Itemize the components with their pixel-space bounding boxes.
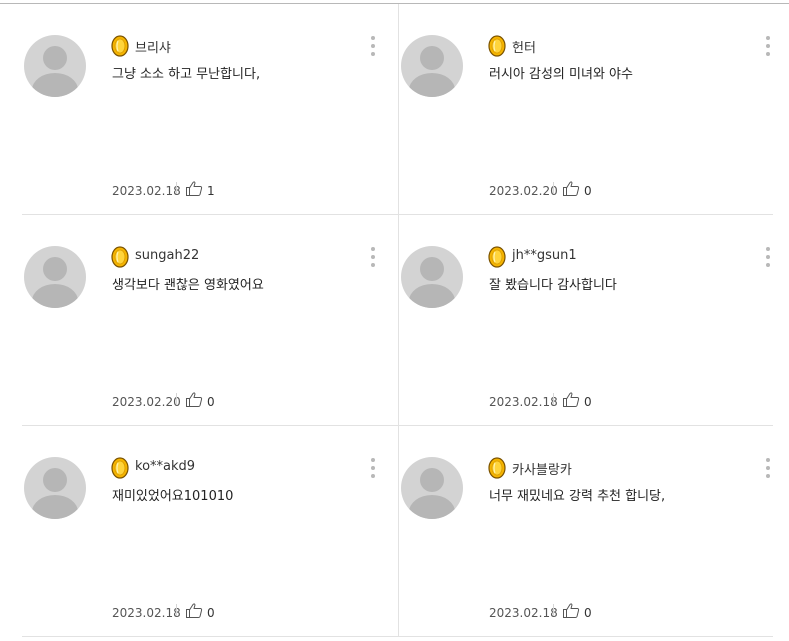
reviewer-nickname[interactable]: sungah22: [135, 248, 199, 263]
review-card: 카사블랑카 너무 재밌네요 강력 추천 합니당, 2023.02.18 0: [399, 426, 773, 636]
meta-separator: [553, 182, 554, 194]
more-dot: [371, 255, 375, 259]
avatar[interactable]: [401, 246, 463, 308]
avatar-head: [43, 257, 67, 281]
avatar-body: [409, 495, 455, 519]
avatar-head: [43, 468, 67, 492]
like-count: 0: [207, 395, 215, 409]
thumbs-up-icon[interactable]: [562, 602, 580, 619]
review-comment: 생각보다 괜찮은 영화였어요: [112, 278, 264, 293]
more-dot: [766, 255, 770, 259]
gold-badge-icon: [111, 457, 129, 479]
like-count: 0: [584, 184, 592, 198]
reviewer-nickname[interactable]: 헌터: [512, 37, 536, 56]
like-count: 0: [584, 395, 592, 409]
more-dot: [766, 44, 770, 48]
avatar-head: [420, 257, 444, 281]
review-card: sungah22 생각보다 괜찮은 영화였어요 2023.02.20 0: [22, 215, 397, 425]
more-vertical-icon[interactable]: [366, 245, 380, 269]
review-comment: 잘 봤습니다 감사합니다: [489, 278, 617, 293]
review-comment: 러시아 감성의 미녀와 야수: [489, 67, 633, 82]
more-vertical-icon[interactable]: [761, 245, 775, 269]
more-dot: [766, 474, 770, 478]
gold-badge-icon: [488, 457, 506, 479]
review-date: 2023.02.18: [112, 184, 181, 198]
thumbs-up-icon[interactable]: [185, 391, 203, 408]
thumbs-up-icon[interactable]: [562, 391, 580, 408]
avatar-head: [43, 46, 67, 70]
more-dot: [371, 44, 375, 48]
more-dot: [766, 458, 770, 462]
more-dot: [371, 247, 375, 251]
review-date: 2023.02.20: [489, 184, 558, 198]
more-dot: [371, 474, 375, 478]
reviewer-nickname[interactable]: 브리샤: [135, 37, 171, 56]
avatar[interactable]: [24, 457, 86, 519]
review-row: ko**akd9 재미있었어요101010 2023.02.18 0 카사블랑카…: [22, 426, 773, 637]
like-count: 0: [584, 606, 592, 620]
avatar-body: [409, 284, 455, 308]
more-vertical-icon[interactable]: [366, 34, 380, 58]
review-row: 브리샤 그냥 소소 하고 무난합니다, 2023.02.18 1 헌터 러시아 …: [22, 4, 773, 215]
reviewer-nickname[interactable]: jh**gsun1: [512, 248, 577, 263]
like-count: 1: [207, 184, 215, 198]
review-card: ko**akd9 재미있었어요101010 2023.02.18 0: [22, 426, 397, 636]
more-vertical-icon[interactable]: [761, 34, 775, 58]
avatar[interactable]: [401, 457, 463, 519]
thumbs-up-icon[interactable]: [185, 602, 203, 619]
review-card: jh**gsun1 잘 봤습니다 감사합니다 2023.02.18 0: [399, 215, 773, 425]
meta-separator: [176, 393, 177, 405]
review-date: 2023.02.18: [489, 606, 558, 620]
meta-separator: [553, 604, 554, 616]
review-card: 헌터 러시아 감성의 미녀와 야수 2023.02.20 0: [399, 4, 773, 214]
review-card: 브리샤 그냥 소소 하고 무난합니다, 2023.02.18 1: [22, 4, 397, 214]
more-dot: [766, 247, 770, 251]
review-grid: 브리샤 그냥 소소 하고 무난합니다, 2023.02.18 1 헌터 러시아 …: [22, 4, 773, 637]
gold-badge-icon: [488, 246, 506, 268]
reviewer-nickname[interactable]: ko**akd9: [135, 459, 195, 474]
avatar-body: [409, 73, 455, 97]
review-comment: 재미있었어요101010: [112, 489, 234, 504]
like-count: 0: [207, 606, 215, 620]
avatar-body: [32, 284, 78, 308]
meta-separator: [176, 182, 177, 194]
more-dot: [371, 36, 375, 40]
avatar[interactable]: [24, 35, 86, 97]
meta-separator: [553, 393, 554, 405]
avatar-head: [420, 46, 444, 70]
avatar-body: [32, 495, 78, 519]
more-vertical-icon[interactable]: [761, 456, 775, 480]
avatar[interactable]: [401, 35, 463, 97]
avatar-body: [32, 73, 78, 97]
gold-badge-icon: [488, 35, 506, 57]
thumbs-up-icon[interactable]: [562, 180, 580, 197]
more-dot: [371, 52, 375, 56]
more-dot: [766, 263, 770, 267]
review-comment: 그냥 소소 하고 무난합니다,: [112, 67, 261, 82]
meta-separator: [176, 604, 177, 616]
review-date: 2023.02.18: [489, 395, 558, 409]
more-vertical-icon[interactable]: [366, 456, 380, 480]
more-dot: [371, 466, 375, 470]
review-row: sungah22 생각보다 괜찮은 영화였어요 2023.02.20 0 jh*…: [22, 215, 773, 426]
avatar-head: [420, 468, 444, 492]
review-date: 2023.02.18: [112, 606, 181, 620]
more-dot: [766, 52, 770, 56]
more-dot: [766, 36, 770, 40]
avatar[interactable]: [24, 246, 86, 308]
more-dot: [371, 458, 375, 462]
reviewer-nickname[interactable]: 카사블랑카: [512, 459, 572, 478]
gold-badge-icon: [111, 246, 129, 268]
more-dot: [371, 263, 375, 267]
thumbs-up-icon[interactable]: [185, 180, 203, 197]
review-comment: 너무 재밌네요 강력 추천 합니당,: [489, 489, 666, 504]
more-dot: [766, 466, 770, 470]
gold-badge-icon: [111, 35, 129, 57]
review-date: 2023.02.20: [112, 395, 181, 409]
